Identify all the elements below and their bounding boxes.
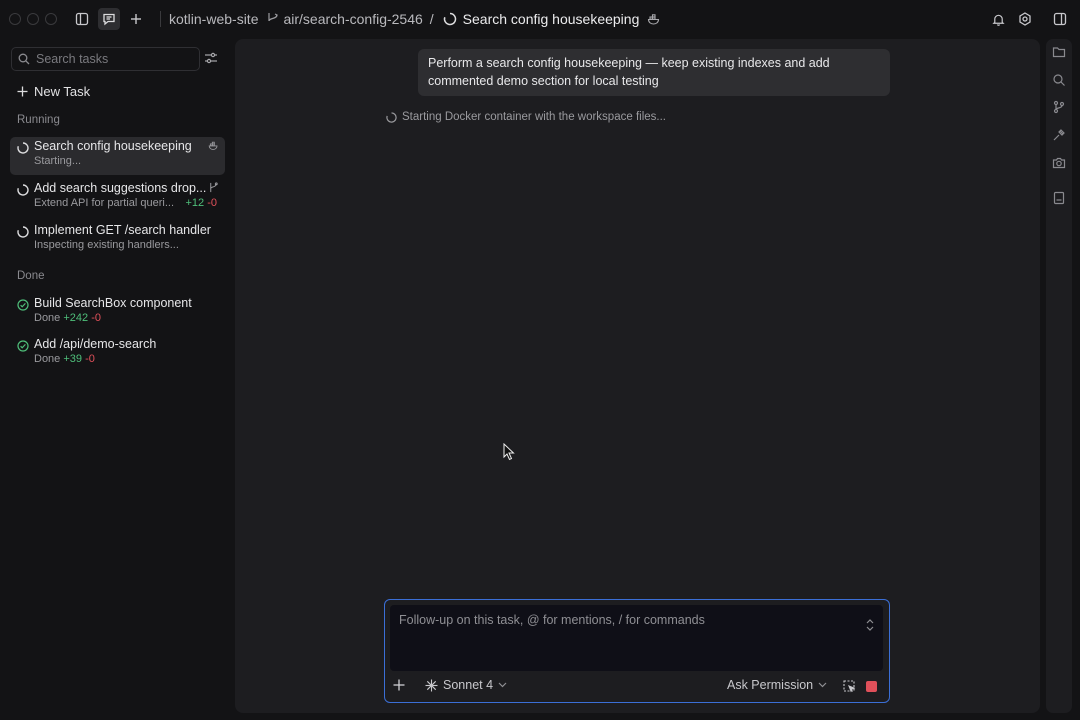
branch-name[interactable]: air/search-config-2546 <box>283 11 422 27</box>
search-icon[interactable] <box>1052 73 1066 87</box>
select-icon[interactable] <box>843 680 856 693</box>
attach-button[interactable] <box>393 678 405 696</box>
filter-icon[interactable] <box>203 50 221 68</box>
plus-icon[interactable] <box>125 8 147 30</box>
lines-removed: -0 <box>85 353 95 365</box>
task-title: Implement GET /search handler <box>34 223 211 237</box>
diff-stats: +12 -0 <box>185 197 217 209</box>
stop-button[interactable] <box>866 681 877 692</box>
done-section-label: Done <box>17 270 45 282</box>
spinner-icon <box>17 142 29 154</box>
task-subtitle: Extend API for partial queri... <box>34 197 175 209</box>
spinner-icon <box>386 111 397 123</box>
model-selector[interactable]: Sonnet 4 <box>425 678 507 692</box>
task-item[interactable]: Add search suggestions drop... Extend AP… <box>10 179 225 217</box>
lines-removed: -0 <box>91 312 101 324</box>
plus-icon <box>393 679 405 691</box>
minimize-window-button[interactable] <box>27 13 39 25</box>
mouse-cursor-icon <box>503 443 515 461</box>
chevron-down-icon <box>498 682 507 688</box>
right-toolbar <box>1046 39 1072 713</box>
status-line: Starting Docker container with the works… <box>386 111 666 123</box>
spinner-icon <box>17 184 29 196</box>
composer: Sonnet 4 Ask Permission <box>384 599 890 703</box>
project-name[interactable]: kotlin-web-site <box>169 11 258 27</box>
task-item[interactable]: Build SearchBox component Done +242 -0 <box>10 294 225 332</box>
task-title: Build SearchBox component <box>34 296 192 310</box>
chat-icon[interactable] <box>98 8 120 30</box>
user-message: Perform a search config housekeeping — k… <box>418 49 890 96</box>
sparkle-icon <box>425 679 438 691</box>
bell-icon[interactable] <box>987 8 1009 30</box>
task-subtitle: Done +242 -0 <box>34 312 101 324</box>
chevron-down-icon <box>818 682 827 688</box>
task-subtitle: Inspecting existing handlers... <box>34 239 179 251</box>
composer-toolbar: Sonnet 4 Ask Permission <box>385 675 889 699</box>
new-task-button[interactable]: New Task <box>17 84 90 99</box>
check-circle-icon <box>17 340 29 352</box>
status-text: Starting Docker container with the works… <box>402 111 666 123</box>
spinner-icon <box>17 226 29 238</box>
plus-icon <box>17 86 28 97</box>
task-title: Search config housekeeping <box>34 139 192 153</box>
lines-added: +12 <box>185 197 205 209</box>
docker-icon <box>647 12 661 26</box>
task-sidebar: New Task Running Search config housekeep… <box>0 38 234 720</box>
zoom-window-button[interactable] <box>45 13 57 25</box>
task-title: Search config housekeeping <box>462 11 640 27</box>
task-title: Add /api/demo-search <box>34 337 157 351</box>
lines-added: +39 <box>63 353 83 365</box>
document-icon[interactable] <box>1052 191 1066 205</box>
search-icon <box>18 53 30 65</box>
close-window-button[interactable] <box>9 13 21 25</box>
lines-removed: -0 <box>207 197 217 209</box>
task-item[interactable]: Add /api/demo-search Done +39 -0 <box>10 335 225 373</box>
check-circle-icon <box>17 299 29 311</box>
task-item[interactable]: Implement GET /search handler Inspecting… <box>10 221 225 259</box>
folder-icon[interactable] <box>1052 45 1066 59</box>
task-item[interactable]: Search config housekeeping Starting... <box>10 137 225 175</box>
task-subtitle: Done +39 -0 <box>34 353 95 365</box>
search-input[interactable] <box>36 52 186 66</box>
camera-icon[interactable] <box>1052 156 1066 170</box>
model-name: Sonnet 4 <box>443 678 494 692</box>
settings-icon[interactable] <box>1014 8 1036 30</box>
composer-input-area <box>390 605 883 671</box>
lines-added: +242 <box>63 312 89 324</box>
new-task-label: New Task <box>34 84 91 99</box>
permission-selector[interactable]: Ask Permission <box>727 678 827 692</box>
branch-icon <box>266 12 280 26</box>
running-section-label: Running <box>17 114 60 126</box>
permission-label: Ask Permission <box>727 678 814 692</box>
tools-icon[interactable] <box>1052 128 1066 142</box>
spinner-icon <box>443 12 457 26</box>
branch-icon <box>210 182 218 193</box>
breadcrumb-separator: / <box>429 11 434 27</box>
task-title: Add search suggestions drop... <box>34 181 207 195</box>
title-bar: kotlin-web-site air/search-config-2546 /… <box>0 0 1080 38</box>
sidebar-toggle-icon[interactable] <box>71 8 93 30</box>
panel-icon[interactable] <box>1049 8 1071 30</box>
title-divider <box>160 11 161 27</box>
docker-icon <box>208 141 218 150</box>
conversation-panel: Perform a search config housekeeping — k… <box>235 39 1040 713</box>
follow-up-input[interactable] <box>399 613 849 663</box>
task-status: Done <box>34 312 61 324</box>
expand-icon[interactable] <box>865 618 875 632</box>
task-status: Done <box>34 353 61 365</box>
search-box[interactable] <box>11 47 200 71</box>
window-controls <box>9 13 57 25</box>
task-subtitle: Starting... <box>34 155 82 167</box>
git-icon[interactable] <box>1052 100 1066 114</box>
